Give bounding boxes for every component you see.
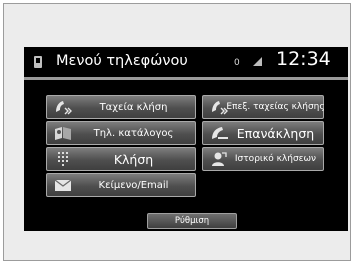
text-email-label: Κείμενο/Email bbox=[98, 179, 169, 191]
phonebook-button[interactable]: Τηλ. κατάλογος bbox=[46, 121, 196, 145]
phonebook-label: Τηλ. κατάλογος bbox=[93, 127, 174, 139]
caller-icon bbox=[212, 152, 227, 166]
header-divider bbox=[24, 77, 348, 80]
status-indicator: 0 bbox=[234, 58, 241, 68]
header-bar: Μενού τηλεφώνου 0 12:34 bbox=[24, 47, 348, 77]
call-history-label: Ιστορικό κλήσεων bbox=[234, 154, 317, 164]
clock: 12:34 bbox=[276, 48, 331, 70]
speed-dial-label: Ταχεία κλήση bbox=[99, 101, 168, 113]
handset-arrows-icon bbox=[56, 101, 72, 115]
phone-menu-screen: Μενού τηλεφώνου 0 12:34 Ταχεία κλήση Επε… bbox=[24, 47, 348, 231]
page-title: Μενού τηλεφώνου bbox=[56, 53, 188, 69]
book-icon bbox=[55, 127, 71, 140]
envelope-icon bbox=[54, 179, 72, 191]
dial-button[interactable]: Κλήση bbox=[46, 147, 196, 171]
settings-button[interactable]: Ρύθμιση bbox=[147, 213, 237, 229]
redial-button[interactable]: Επανάκληση bbox=[202, 121, 324, 145]
handset-icon bbox=[212, 127, 228, 139]
figure-frame: Μενού τηλεφώνου 0 12:34 Ταχεία κλήση Επε… bbox=[3, 3, 351, 261]
signal-strength-icon bbox=[253, 57, 262, 66]
text-email-button[interactable]: Κείμενο/Email bbox=[46, 173, 196, 197]
redial-label: Επανάκληση bbox=[236, 125, 315, 141]
call-history-button[interactable]: Ιστορικό κλήσεων bbox=[202, 147, 324, 171]
speed-dial-button[interactable]: Ταχεία κλήση bbox=[46, 95, 196, 119]
edit-speed-dial-button[interactable]: Επεξ. ταχείας κλήσης bbox=[202, 95, 325, 119]
dial-label: Κλήση bbox=[113, 151, 154, 167]
edit-speed-dial-label: Επεξ. ταχείας κλήσης bbox=[226, 102, 325, 112]
keypad-icon bbox=[58, 152, 68, 166]
phone-icon bbox=[34, 56, 42, 68]
